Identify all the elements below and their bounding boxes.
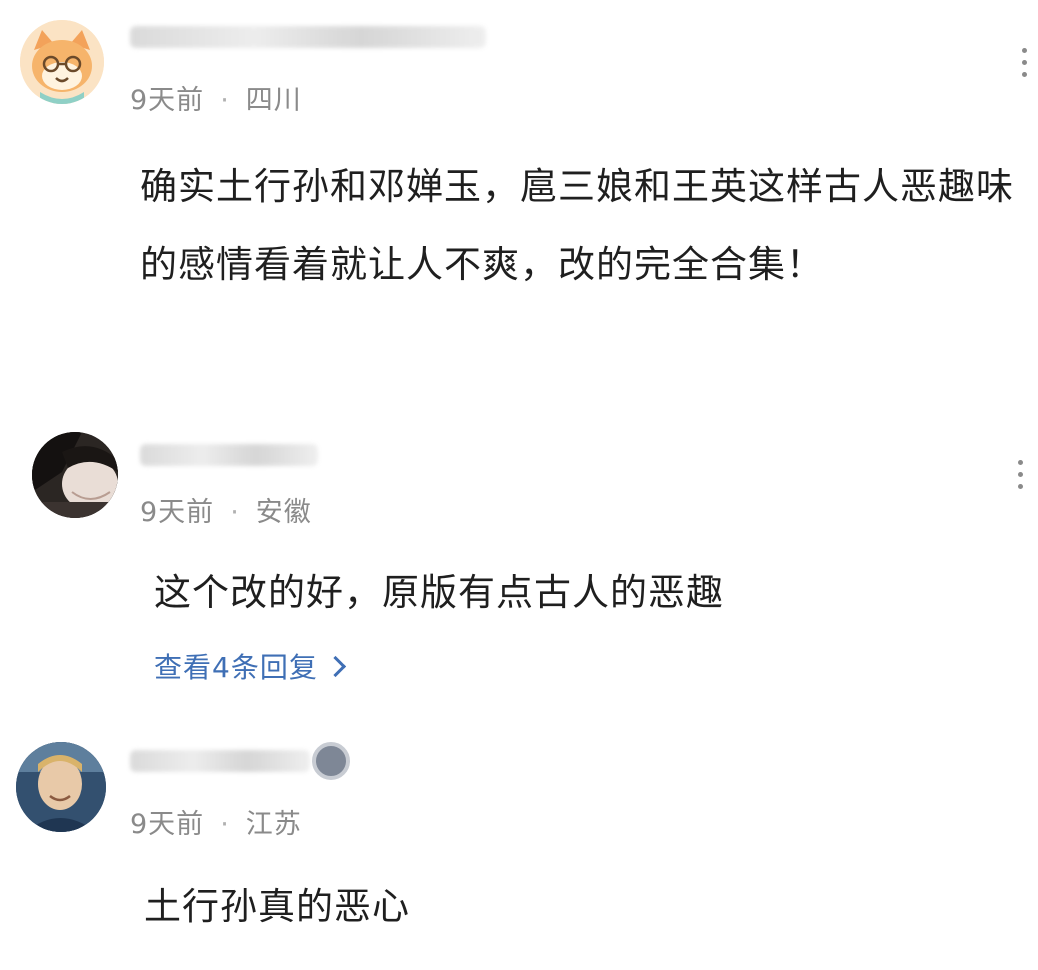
comment-location: 四川 xyxy=(245,85,302,116)
user-avatar[interactable] xyxy=(32,432,118,518)
comment-time: 9天前 xyxy=(140,497,215,528)
view-replies-label: 查看4条回复 xyxy=(154,651,318,684)
view-replies-link[interactable]: 查看4条回复 xyxy=(154,646,346,686)
comment-time: 9天前 xyxy=(130,85,205,116)
comment-location: 安徽 xyxy=(255,497,312,528)
more-options-icon[interactable] xyxy=(1018,48,1030,77)
meta-separator: · xyxy=(220,809,230,840)
meta-separator: · xyxy=(220,85,230,116)
comment-meta: 9天前 · 安徽 xyxy=(140,490,312,529)
meta-separator: · xyxy=(230,497,240,528)
comment-item: 9天前 · 安徽 这个改的好，原版有点古人的恶趣 查看4条回复 xyxy=(0,410,1038,700)
comment-meta: 9天前 · 江苏 xyxy=(130,802,302,841)
comment-item: 9天前 · 江苏 土行孙真的恶心 xyxy=(0,730,1038,970)
anime-avatar-icon xyxy=(32,432,118,518)
user-avatar[interactable] xyxy=(16,742,106,832)
more-options-icon[interactable] xyxy=(1014,460,1026,489)
user-badge-icon xyxy=(312,742,350,780)
comment-time: 9天前 xyxy=(130,809,205,840)
person-avatar-icon xyxy=(16,742,106,832)
comment-meta: 9天前 · 四川 xyxy=(130,78,302,117)
comment-text: 确实土行孙和邓婵玉，扈三娘和王英这样古人恶趣味的感情看着就让人不爽，改的完全合集… xyxy=(140,165,1014,286)
comment-text: 这个改的好，原版有点古人的恶趣 xyxy=(154,571,724,614)
username-redacted[interactable] xyxy=(140,438,318,472)
chevron-right-icon xyxy=(324,655,346,678)
username-redacted[interactable] xyxy=(130,744,310,778)
username-redacted[interactable] xyxy=(130,20,486,54)
comment-text: 土行孙真的恶心 xyxy=(144,885,410,928)
comment-location: 江苏 xyxy=(245,809,302,840)
fox-avatar-icon xyxy=(20,20,104,104)
comment-item: 9天前 · 四川 确实土行孙和邓婵玉，扈三娘和王英这样古人恶趣味的感情看着就让人不爽… xyxy=(0,0,1038,400)
user-avatar[interactable] xyxy=(20,20,104,104)
